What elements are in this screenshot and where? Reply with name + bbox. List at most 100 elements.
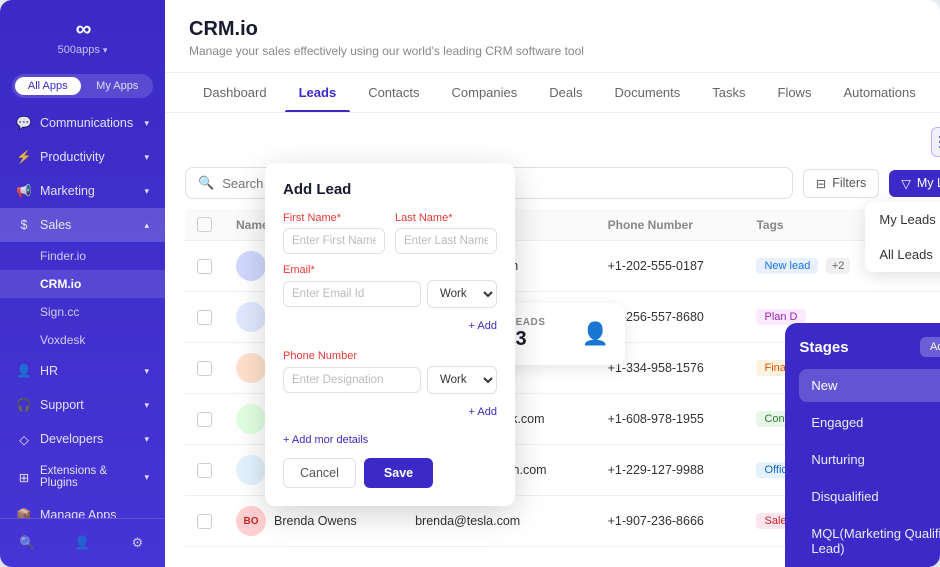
stage-disqualified[interactable]: Disqualified [799, 480, 940, 513]
first-name-group: First Name* [283, 212, 385, 254]
settings-footer-icon[interactable]: ⚙ [124, 529, 152, 557]
tab-dashboard[interactable]: Dashboard [189, 73, 281, 112]
phone-type-select[interactable]: Work [427, 366, 497, 394]
developers-caret-icon: ▾ [144, 434, 149, 445]
last-name-label: Last Name* [395, 212, 497, 224]
my-leads-button[interactable]: ▽ My Leads ▾ [889, 170, 940, 197]
search-icon: 🔍 [198, 175, 214, 191]
modal-actions: Cancel Save [283, 458, 497, 488]
tab-automations[interactable]: Automations [829, 73, 929, 112]
stage-engaged[interactable]: Engaged [799, 406, 940, 439]
stage-mql[interactable]: MQL(Marketing Qualified Lead) [799, 517, 940, 565]
main-tabs: Dashboard Leads Contacts Companies Deals… [165, 73, 940, 113]
tab-tasks[interactable]: Tasks [698, 73, 759, 112]
sidebar-item-marketing[interactable]: 📢 Marketing ▾ [0, 174, 165, 208]
sidebar-item-voxdesk[interactable]: Voxdesk [0, 326, 165, 354]
add-lead-modal: Add Lead First Name* Last Name* Email* [265, 163, 515, 506]
sidebar-item-support[interactable]: 🎧 Support ▾ [0, 388, 165, 422]
extensions-caret-icon: ▾ [144, 472, 149, 483]
communications-icon: 💬 [16, 115, 32, 131]
sidebar-item-signcc[interactable]: Sign.cc [0, 298, 165, 326]
sidebar-footer: 🔍 👤 ⚙ [0, 518, 165, 567]
search-footer-icon[interactable]: 🔍 [14, 529, 42, 557]
main-content: 🔍 ⊟ Filters ▽ My Leads ▾ My Leads All L [165, 113, 940, 567]
row-checkbox[interactable] [197, 259, 212, 274]
stage-nurturing[interactable]: Nurturing [799, 443, 940, 476]
marketing-caret-icon: ▾ [144, 186, 149, 197]
hr-icon: 👤 [16, 363, 32, 379]
productivity-icon: ⚡ [16, 149, 32, 165]
sales-icon: $ [16, 217, 32, 233]
sidebar-item-manage-apps[interactable]: 📦 Manage Apps [0, 498, 165, 518]
email-type-select[interactable]: Work [427, 280, 497, 308]
email-input[interactable] [283, 281, 421, 307]
sidebar-item-productivity[interactable]: ⚡ Productivity ▾ [0, 140, 165, 174]
row-checkbox[interactable] [197, 412, 212, 427]
sidebar-item-communications[interactable]: 💬 Communications ▾ [0, 106, 165, 140]
cancel-button[interactable]: Cancel [283, 458, 356, 488]
avatar [236, 251, 266, 281]
hr-caret-icon: ▾ [144, 366, 149, 377]
developers-icon: ◇ [16, 431, 32, 447]
all-apps-button[interactable]: All Apps [15, 77, 81, 95]
row-checkbox[interactable] [197, 310, 212, 325]
col-phone: Phone Number [596, 209, 745, 241]
logo-area: ∞ 500apps ▾ [0, 0, 165, 66]
row-checkbox[interactable] [197, 361, 212, 376]
row-checkbox[interactable] [197, 514, 212, 529]
logo-icon: ∞ [76, 16, 90, 42]
tab-documents[interactable]: Documents [601, 73, 695, 112]
phone-label: Phone Number [283, 350, 497, 362]
sidebar-item-crm[interactable]: CRM.io [0, 270, 165, 298]
tab-apps[interactable]: Apps [934, 73, 940, 112]
stages-header: Stages Add Stage [799, 337, 940, 357]
stage-new[interactable]: New [799, 369, 940, 402]
first-name-input[interactable] [283, 228, 385, 254]
tab-flows[interactable]: Flows [764, 73, 826, 112]
last-name-group: Last Name* [395, 212, 497, 254]
my-leads-container: ▽ My Leads ▾ My Leads All Leads [889, 170, 940, 197]
tab-deals[interactable]: Deals [535, 73, 596, 112]
email-group: Email* Work + Add [283, 264, 497, 340]
avatar: BO [236, 506, 266, 536]
sidebar-item-finder[interactable]: Finder.io [0, 242, 165, 270]
row-checkbox[interactable] [197, 463, 212, 478]
all-leads-option[interactable]: All Leads [865, 237, 940, 272]
user-footer-icon[interactable]: 👤 [69, 529, 97, 557]
save-button[interactable]: Save [364, 458, 433, 488]
list-view-button[interactable] [931, 127, 940, 157]
sales-caret-icon: ▴ [144, 220, 149, 231]
sidebar-item-extensions[interactable]: ⊞ Extensions & Plugins ▾ [0, 456, 165, 498]
sidebar-item-developers[interactable]: ◇ Developers ▾ [0, 422, 165, 456]
phone-row: Work [283, 366, 497, 394]
more-details-link[interactable]: + Add mor details [283, 434, 497, 446]
last-name-input[interactable] [395, 228, 497, 254]
tab-companies[interactable]: Companies [438, 73, 532, 112]
sidebar-item-sales[interactable]: $ Sales ▴ [0, 208, 165, 242]
avatar [236, 404, 266, 434]
leads-person-icon: 👤 [582, 321, 609, 347]
brand-label[interactable]: 500apps ▾ [58, 44, 108, 56]
add-stage-button[interactable]: Add Stage [920, 337, 940, 357]
tab-contacts[interactable]: Contacts [354, 73, 433, 112]
avatar [236, 302, 266, 332]
avatar [236, 353, 266, 383]
support-caret-icon: ▾ [144, 400, 149, 411]
select-all-checkbox[interactable] [197, 217, 212, 232]
email-row: Work [283, 280, 497, 308]
filter-button[interactable]: ⊟ Filters [803, 169, 880, 198]
sidebar-item-hr[interactable]: 👤 HR ▾ [0, 354, 165, 388]
manage-apps-icon: 📦 [16, 507, 32, 518]
filter-icon: ⊟ [816, 176, 826, 191]
tab-leads[interactable]: Leads [285, 73, 351, 112]
add-phone-link[interactable]: + Add [283, 406, 497, 418]
main-header: CRM.io Manage your sales effectively usi… [165, 0, 940, 73]
view-toolbar [185, 127, 940, 157]
my-apps-button[interactable]: My Apps [85, 77, 151, 95]
page-title: CRM.io [189, 18, 940, 41]
sidebar-nav: 💬 Communications ▾ ⚡ Productivity ▾ 📢 Ma… [0, 106, 165, 518]
add-email-link[interactable]: + Add [283, 320, 497, 332]
phone-input[interactable] [283, 367, 421, 393]
name-row: First Name* Last Name* [283, 212, 497, 254]
my-leads-option[interactable]: My Leads [865, 202, 940, 237]
